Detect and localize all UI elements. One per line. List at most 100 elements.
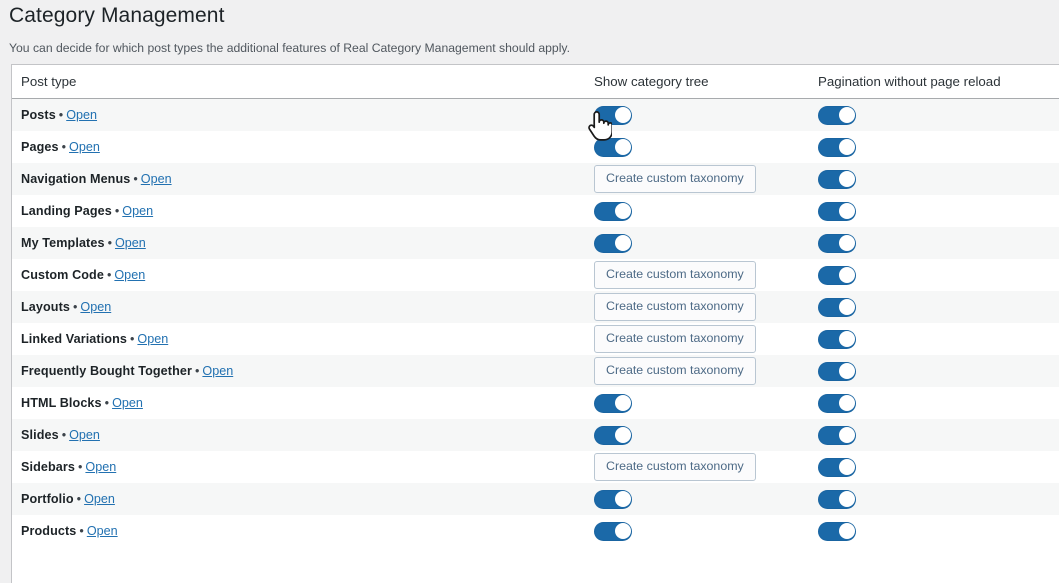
- show-category-tree-toggle[interactable]: [594, 489, 632, 509]
- toggle-knob: [838, 427, 855, 443]
- pagination-without-reload-cell: [809, 131, 1059, 163]
- table-row: Posts • Open: [12, 98, 1059, 131]
- toggle-knob: [614, 139, 631, 155]
- show-category-tree-cell: [585, 195, 809, 227]
- pagination-toggle[interactable]: [818, 169, 856, 189]
- toggle-knob: [614, 235, 631, 251]
- bullet-separator: •: [114, 204, 120, 218]
- show-category-tree-toggle[interactable]: [594, 137, 632, 157]
- open-link[interactable]: Open: [84, 492, 115, 506]
- post-type-label: Custom Code: [21, 268, 104, 282]
- post-type-cell: HTML Blocks • Open: [12, 387, 585, 419]
- toggle-knob: [838, 139, 855, 155]
- open-link[interactable]: Open: [87, 524, 118, 538]
- show-category-tree-toggle[interactable]: [594, 393, 632, 413]
- toggle-knob: [838, 395, 855, 411]
- post-type-cell: Layouts • Open: [12, 291, 585, 323]
- create-custom-taxonomy-button[interactable]: Create custom taxonomy: [594, 453, 756, 481]
- pagination-toggle[interactable]: [818, 105, 856, 125]
- show-category-tree-cell: [585, 483, 809, 515]
- post-type-label: My Templates: [21, 236, 105, 250]
- show-category-tree-toggle[interactable]: [594, 201, 632, 221]
- post-type-label: Navigation Menus: [21, 172, 131, 186]
- post-type-cell: Products • Open: [12, 515, 585, 547]
- open-link[interactable]: Open: [202, 364, 233, 378]
- post-type-label: Posts: [21, 108, 56, 122]
- pagination-toggle[interactable]: [818, 361, 856, 381]
- show-category-tree-toggle[interactable]: [594, 521, 632, 541]
- post-type-label: Slides: [21, 428, 59, 442]
- show-category-tree-toggle[interactable]: [594, 105, 632, 125]
- post-type-cell: My Templates • Open: [12, 227, 585, 259]
- show-category-tree-cell: Create custom taxonomy: [585, 451, 809, 483]
- pagination-toggle[interactable]: [818, 137, 856, 157]
- create-custom-taxonomy-button[interactable]: Create custom taxonomy: [594, 261, 756, 289]
- open-link[interactable]: Open: [69, 140, 100, 154]
- pagination-toggle[interactable]: [818, 329, 856, 349]
- open-link[interactable]: Open: [137, 332, 168, 346]
- open-link[interactable]: Open: [66, 108, 97, 122]
- post-type-label: Sidebars: [21, 460, 75, 474]
- show-category-tree-cell: Create custom taxonomy: [585, 323, 809, 355]
- create-custom-taxonomy-button[interactable]: Create custom taxonomy: [594, 293, 756, 321]
- bullet-separator: •: [194, 364, 200, 378]
- show-category-tree-cell: [585, 98, 809, 131]
- toggle-knob: [838, 459, 855, 475]
- post-type-cell: Pages • Open: [12, 131, 585, 163]
- pagination-toggle[interactable]: [818, 393, 856, 413]
- post-types-table: Post type Show category tree Pagination …: [12, 65, 1059, 547]
- pagination-toggle[interactable]: [818, 521, 856, 541]
- pagination-toggle[interactable]: [818, 297, 856, 317]
- post-type-label: Products: [21, 524, 77, 538]
- bullet-separator: •: [76, 492, 82, 506]
- create-custom-taxonomy-button[interactable]: Create custom taxonomy: [594, 357, 756, 385]
- bullet-separator: •: [79, 524, 84, 538]
- pagination-toggle[interactable]: [818, 425, 856, 445]
- open-link[interactable]: Open: [115, 236, 146, 250]
- bullet-separator: •: [129, 332, 135, 346]
- bullet-separator: •: [58, 108, 64, 122]
- open-link[interactable]: Open: [80, 300, 111, 314]
- open-link[interactable]: Open: [85, 460, 116, 474]
- pagination-toggle[interactable]: [818, 201, 856, 221]
- post-type-cell: Sidebars • Open: [12, 451, 585, 483]
- table-row: Slides • Open: [12, 419, 1059, 451]
- open-link[interactable]: Open: [122, 204, 153, 218]
- table-row: Layouts • Open Create custom taxonomy: [12, 291, 1059, 323]
- open-link[interactable]: Open: [69, 428, 100, 442]
- toggle-knob: [838, 299, 855, 315]
- toggle-knob: [838, 363, 855, 379]
- show-category-tree-toggle[interactable]: [594, 425, 632, 445]
- table-row: Sidebars • Open Create custom taxonomy: [12, 451, 1059, 483]
- pagination-toggle[interactable]: [818, 457, 856, 477]
- table-row: Portfolio • Open: [12, 483, 1059, 515]
- post-type-label: Layouts: [21, 300, 70, 314]
- pagination-toggle[interactable]: [818, 265, 856, 285]
- pagination-without-reload-cell: [809, 98, 1059, 131]
- open-link[interactable]: Open: [141, 172, 172, 186]
- toggle-knob: [614, 107, 631, 123]
- page-description: You can decide for which post types the …: [9, 41, 570, 55]
- table-row: My Templates • Open: [12, 227, 1059, 259]
- toggle-knob: [614, 395, 631, 411]
- create-custom-taxonomy-button[interactable]: Create custom taxonomy: [594, 325, 756, 353]
- show-category-tree-toggle[interactable]: [594, 233, 632, 253]
- table-row: HTML Blocks • Open: [12, 387, 1059, 419]
- show-category-tree-cell: Create custom taxonomy: [585, 355, 809, 387]
- show-category-tree-cell: [585, 131, 809, 163]
- open-link[interactable]: Open: [114, 268, 145, 282]
- toggle-knob: [614, 491, 631, 507]
- column-header-pagination-without-page-reload: Pagination without page reload: [809, 65, 1059, 99]
- bullet-separator: •: [72, 300, 78, 314]
- post-type-cell: Portfolio • Open: [12, 483, 585, 515]
- pagination-without-reload-cell: [809, 419, 1059, 451]
- post-type-label: Portfolio: [21, 492, 74, 506]
- open-link[interactable]: Open: [112, 396, 143, 410]
- pagination-toggle[interactable]: [818, 489, 856, 509]
- show-category-tree-cell: [585, 515, 809, 547]
- pagination-without-reload-cell: [809, 227, 1059, 259]
- pagination-toggle[interactable]: [818, 233, 856, 253]
- show-category-tree-cell: [585, 387, 809, 419]
- create-custom-taxonomy-button[interactable]: Create custom taxonomy: [594, 165, 756, 193]
- column-header-post-type: Post type: [12, 65, 585, 99]
